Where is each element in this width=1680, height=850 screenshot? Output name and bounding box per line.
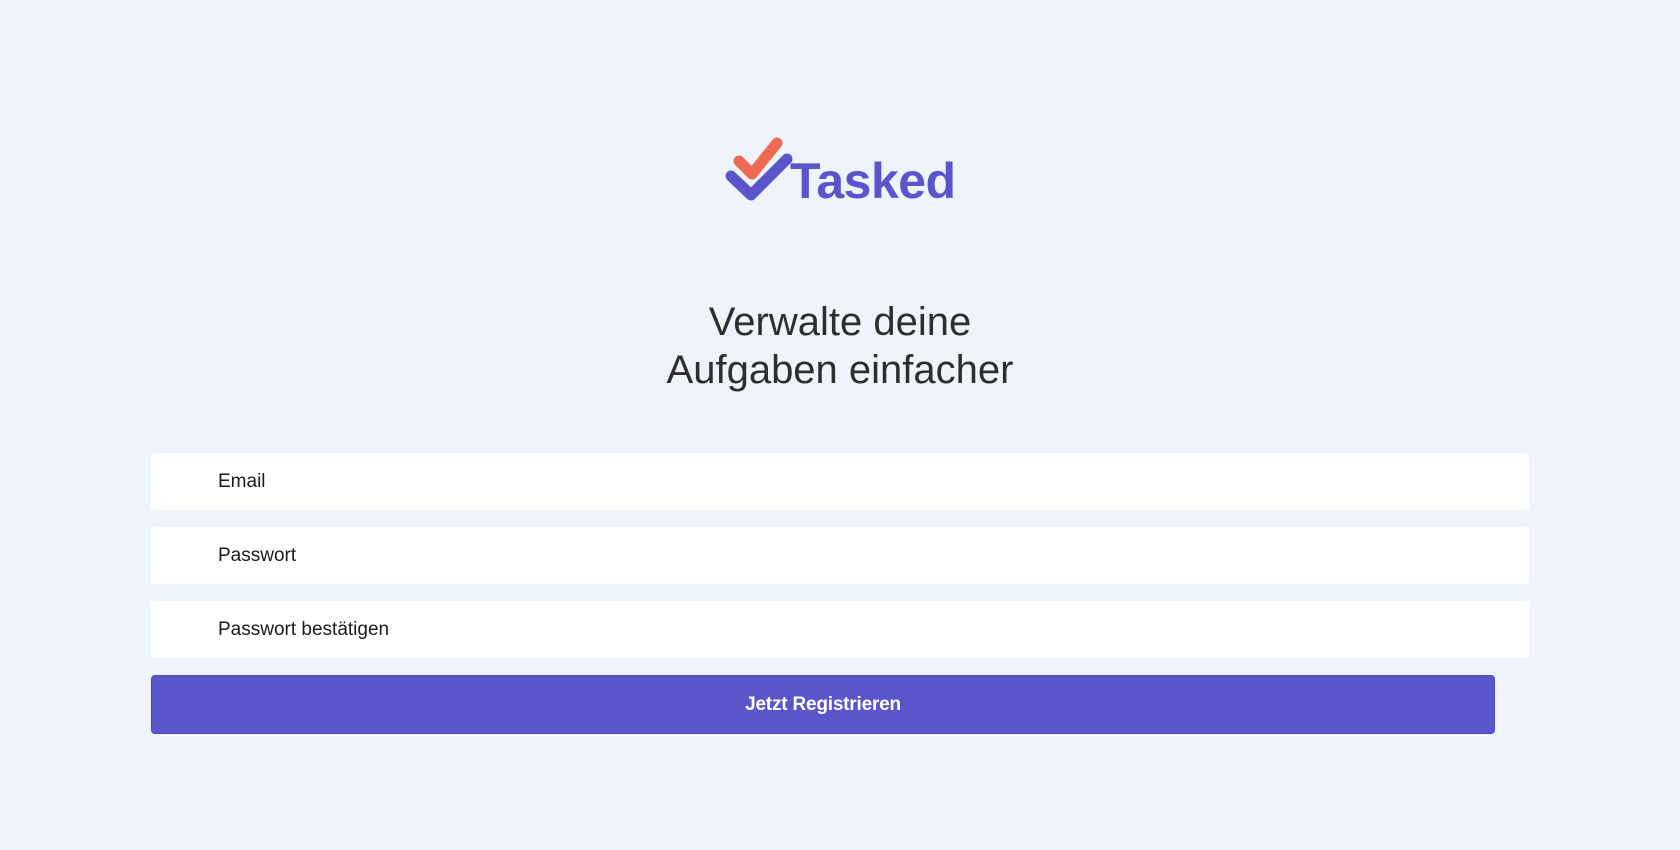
headline-line-2: Aufgaben einfacher xyxy=(666,348,1014,392)
double-checkmark-icon xyxy=(725,132,795,206)
email-field[interactable] xyxy=(151,453,1529,510)
brand-name: Tasked xyxy=(790,153,956,209)
register-button[interactable]: Jetzt Registrieren xyxy=(151,675,1495,734)
brand-logo: Tasked xyxy=(725,132,956,206)
password-field[interactable] xyxy=(151,527,1529,584)
page-headline: Verwalte deine Aufgaben einfacher xyxy=(0,298,1680,394)
registration-page: Tasked Verwalte deine Aufgaben einfacher… xyxy=(0,0,1680,850)
password-confirm-field[interactable] xyxy=(151,601,1529,658)
headline-line-1: Verwalte deine xyxy=(708,300,972,344)
